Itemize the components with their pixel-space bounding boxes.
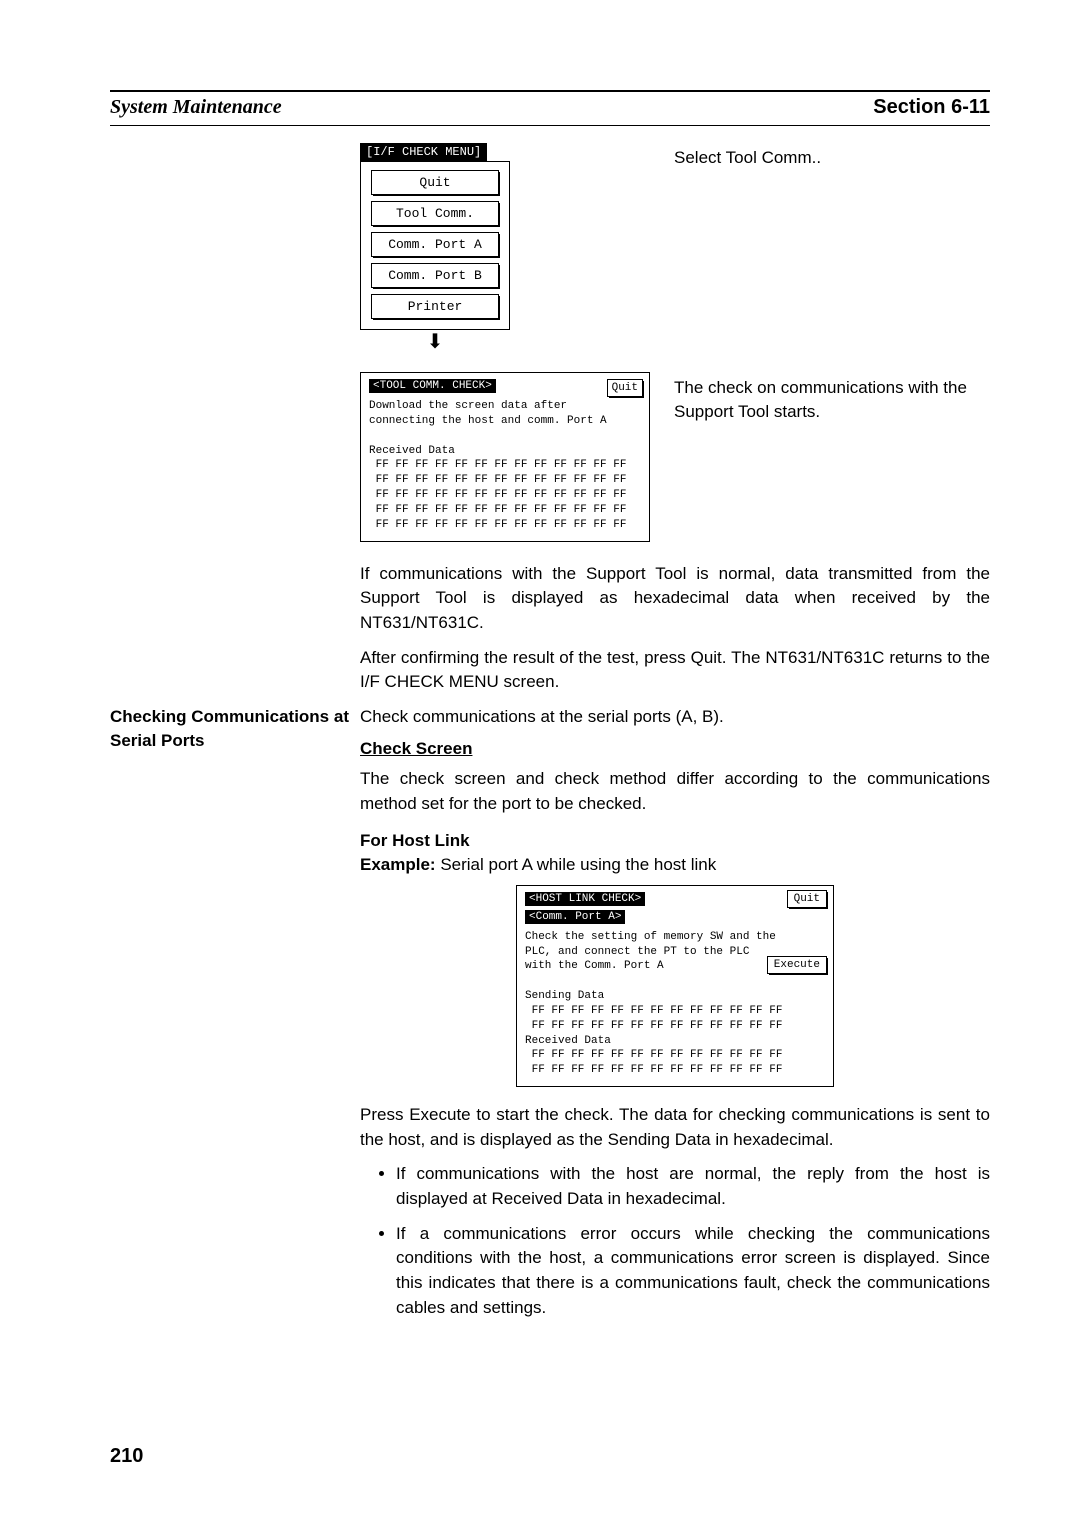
if-check-menu-title: [I/F CHECK MENU]: [360, 143, 487, 161]
host-link-check-body: Check the setting of memory SW and the P…: [525, 930, 825, 1078]
side-heading-checking-comms: Checking Communications at Serial Ports: [110, 705, 360, 753]
if-check-menu-screen: [I/F CHECK MENU] Quit Tool Comm. Comm. P…: [360, 142, 650, 352]
if-check-menu-frame: Quit Tool Comm. Comm. Port A Comm. Port …: [360, 161, 510, 330]
paragraph-5: Press Execute to start the check. The da…: [360, 1103, 990, 1152]
paragraph-3: Check communications at the serial ports…: [360, 705, 990, 730]
bullet-list: If communications with the host are norm…: [360, 1162, 990, 1320]
paragraph-4: The check screen and check method differ…: [360, 767, 990, 816]
menu-printer-button[interactable]: Printer: [371, 294, 499, 319]
header-left: System Maintenance: [110, 96, 282, 119]
tool-comm-check-screen: <TOOL COMM. CHECK> Quit Download the scr…: [360, 372, 650, 542]
example-text: Serial port A while using the host link: [436, 855, 717, 874]
for-host-link-heading: For Host Link: [360, 831, 990, 851]
host-link-quit-button[interactable]: Quit: [787, 890, 827, 908]
tool-comm-check-body: Download the screen data after connectin…: [369, 399, 641, 533]
header-right: Section 6-11: [873, 96, 990, 119]
diagram1-caption: Select Tool Comm..: [674, 146, 821, 170]
diagram2-caption: The check on communications with the Sup…: [674, 376, 990, 424]
paragraph-2: After confirming the result of the test,…: [360, 646, 990, 695]
bullet-item-2: If a communications error occurs while c…: [396, 1222, 990, 1321]
menu-comm-port-b-button[interactable]: Comm. Port B: [371, 263, 499, 288]
host-link-check-title: <HOST LINK CHECK>: [525, 892, 645, 906]
host-link-port-title: <Comm. Port A>: [525, 910, 625, 924]
menu-tool-comm-button[interactable]: Tool Comm.: [371, 201, 499, 226]
tool-comm-check-title: <TOOL COMM. CHECK>: [369, 379, 496, 393]
example-label: Example:: [360, 855, 436, 874]
check-screen-heading: Check Screen: [360, 739, 990, 759]
arrow-down-icon: ⬇: [360, 332, 510, 352]
menu-comm-port-a-button[interactable]: Comm. Port A: [371, 232, 499, 257]
tool-comm-quit-button[interactable]: Quit: [607, 379, 643, 397]
menu-quit-button[interactable]: Quit: [371, 170, 499, 195]
host-link-check-screen: <HOST LINK CHECK> Quit <Comm. Port A> Ex…: [516, 885, 834, 1087]
bullet-item-1: If communications with the host are norm…: [396, 1162, 990, 1211]
example-line: Example: Serial port A while using the h…: [360, 855, 990, 875]
host-link-execute-button[interactable]: Execute: [767, 956, 827, 974]
page-header: System Maintenance Section 6-11: [110, 90, 990, 126]
page-number: 210: [110, 1445, 143, 1468]
paragraph-1: If communications with the Support Tool …: [360, 562, 990, 636]
